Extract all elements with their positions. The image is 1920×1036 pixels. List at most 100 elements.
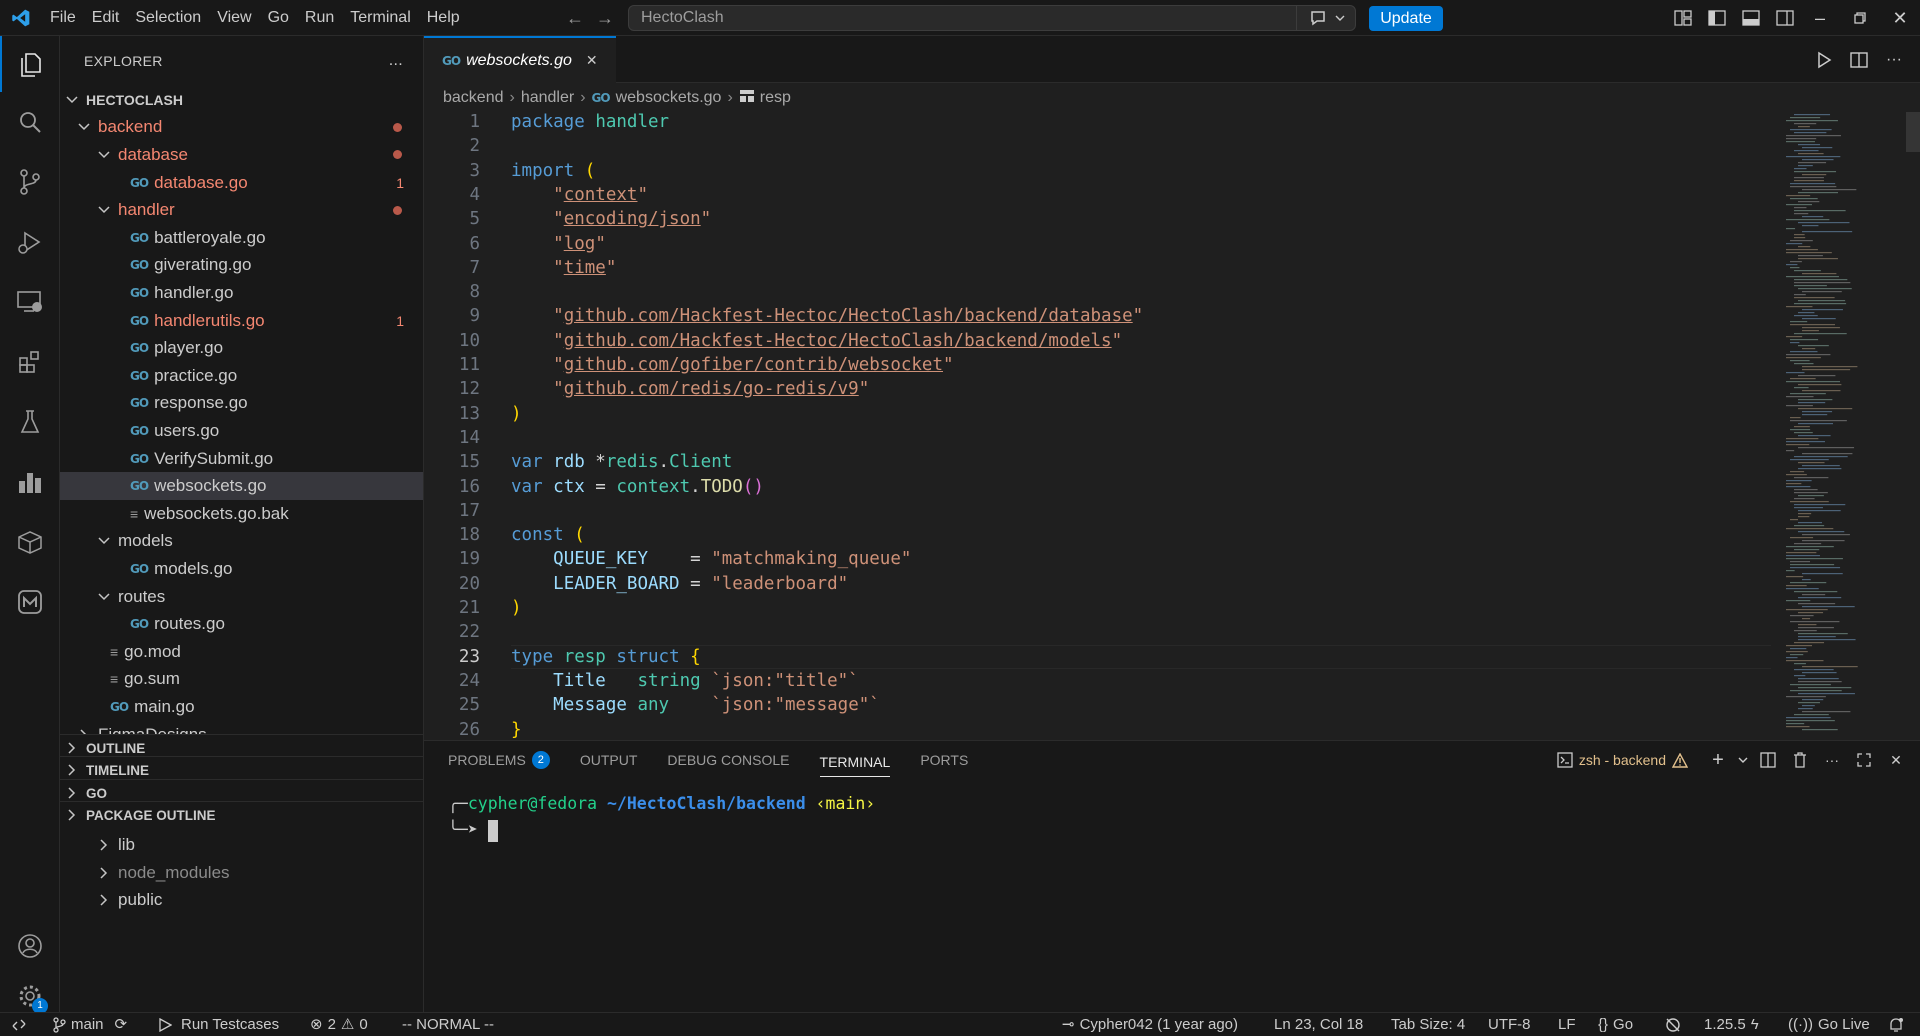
tree-file[interactable]: GO websockets.go bbox=[60, 472, 423, 500]
editor-more-actions-icon[interactable]: ··· bbox=[1886, 51, 1902, 69]
problems-indicator[interactable]: ⊗ 2 ⚠ 0 bbox=[310, 1013, 368, 1036]
terminal-instance[interactable]: zsh - backend bbox=[1557, 752, 1688, 768]
split-editor-icon[interactable] bbox=[1850, 51, 1868, 69]
tree-file[interactable]: GO VerifySubmit.go bbox=[60, 445, 423, 473]
toggle-panel-icon[interactable] bbox=[1734, 0, 1768, 36]
menu-help[interactable]: Help bbox=[419, 0, 468, 36]
markdown-extension-icon[interactable] bbox=[0, 574, 60, 630]
run-file-icon[interactable] bbox=[1816, 51, 1832, 69]
menu-terminal[interactable]: Terminal bbox=[342, 0, 418, 36]
back-arrow-icon[interactable]: ← bbox=[560, 8, 590, 29]
workspace-root[interactable]: HECTOCLASH bbox=[60, 86, 423, 114]
more-actions-icon[interactable]: ... bbox=[389, 52, 403, 70]
close-panel-icon[interactable]: ✕ bbox=[1880, 752, 1912, 769]
tree-file[interactable]: GO database.go 1 bbox=[60, 169, 423, 197]
tree-file[interactable]: GO response.go bbox=[60, 390, 423, 418]
search-icon[interactable] bbox=[0, 94, 60, 150]
tree-file[interactable]: ≡ go.mod bbox=[60, 638, 423, 666]
run-debug-icon[interactable] bbox=[0, 214, 60, 270]
language-mode[interactable]: {} Go bbox=[1598, 1013, 1633, 1036]
update-button[interactable]: Update bbox=[1369, 6, 1443, 31]
toggle-secondary-sidebar-icon[interactable] bbox=[1768, 0, 1802, 36]
command-center-search[interactable]: HectoClash bbox=[628, 5, 1356, 31]
tree-file[interactable]: GO giverating.go bbox=[60, 252, 423, 280]
tree-folder[interactable]: models bbox=[60, 528, 423, 556]
new-terminal-icon[interactable]: + bbox=[1702, 749, 1734, 772]
notifications-bell-icon[interactable] bbox=[1888, 1013, 1904, 1036]
copilot-chat-button[interactable] bbox=[1296, 5, 1356, 31]
go-version[interactable]: 1.25.5 ϟ bbox=[1704, 1013, 1759, 1036]
tree-file[interactable]: GO main.go bbox=[60, 693, 423, 721]
tree-file[interactable]: GO practice.go bbox=[60, 362, 423, 390]
tree-file[interactable]: GO handlerutils.go 1 bbox=[60, 307, 423, 335]
tree-folder[interactable]: handler bbox=[60, 196, 423, 224]
menu-edit[interactable]: Edit bbox=[84, 0, 128, 36]
remote-indicator[interactable] bbox=[12, 1013, 26, 1036]
containers-icon[interactable] bbox=[0, 514, 60, 570]
minimize-icon[interactable]: – bbox=[1800, 0, 1840, 36]
git-blame[interactable]: ⊸ Cypher042 (1 year ago) bbox=[1062, 1013, 1238, 1036]
source-control-icon[interactable] bbox=[0, 154, 60, 210]
minimap[interactable] bbox=[1786, 112, 1906, 740]
tree-file[interactable]: GO player.go bbox=[60, 334, 423, 362]
menu-file[interactable]: File bbox=[42, 0, 84, 36]
close-tab-icon[interactable]: ✕ bbox=[586, 52, 598, 69]
split-terminal-icon[interactable] bbox=[1752, 752, 1784, 768]
git-branch[interactable]: main ⟳ bbox=[52, 1013, 127, 1036]
terminal-dropdown-icon[interactable] bbox=[1734, 756, 1752, 764]
tree-file[interactable]: ≡ websockets.go.bak bbox=[60, 500, 423, 528]
tree-file[interactable]: GO models.go bbox=[60, 555, 423, 583]
editor-scrollbar[interactable] bbox=[1906, 112, 1920, 152]
tab-websockets-go[interactable]: GO websockets.go ✕ bbox=[424, 36, 616, 83]
breadcrumb-item[interactable]: backend bbox=[443, 89, 504, 107]
go-live[interactable]: ((·)) Go Live bbox=[1788, 1013, 1870, 1036]
tab-size[interactable]: Tab Size: 4 bbox=[1391, 1013, 1465, 1036]
tree-folder[interactable]: database bbox=[60, 141, 423, 169]
breadcrumb-item[interactable]: websockets.go bbox=[616, 89, 722, 107]
breadcrumb-item[interactable]: handler bbox=[521, 89, 574, 107]
run-testcases[interactable]: Run Testcases bbox=[158, 1013, 279, 1036]
menu-selection[interactable]: Selection bbox=[127, 0, 209, 36]
eol[interactable]: LF bbox=[1558, 1013, 1576, 1036]
copilot-status-icon[interactable] bbox=[1664, 1013, 1682, 1036]
toggle-primary-sidebar-icon[interactable] bbox=[1700, 0, 1734, 36]
breadcrumb-item[interactable]: resp bbox=[760, 89, 791, 107]
close-icon[interactable]: ✕ bbox=[1880, 0, 1920, 36]
section-package-outline[interactable]: PACKAGE OUTLINE bbox=[60, 801, 423, 828]
encoding[interactable]: UTF-8 bbox=[1488, 1013, 1531, 1036]
menu-run[interactable]: Run bbox=[297, 0, 342, 36]
tree-file[interactable]: GO users.go bbox=[60, 417, 423, 445]
menu-go[interactable]: Go bbox=[260, 0, 297, 36]
panel-tab-output[interactable]: OUTPUT bbox=[580, 741, 638, 779]
menu-view[interactable]: View bbox=[209, 0, 259, 36]
forward-arrow-icon[interactable]: → bbox=[590, 8, 620, 29]
code-editor[interactable]: 1 package handler 2 3 import (4 "context" 5 "… bbox=[424, 112, 1780, 740]
tree-file[interactable]: GO battleroyale.go bbox=[60, 224, 423, 252]
tree-folder[interactable]: public bbox=[60, 886, 423, 914]
tree-folder[interactable]: backend bbox=[60, 114, 423, 142]
charts-icon[interactable] bbox=[0, 454, 60, 510]
panel-tab-debug-console[interactable]: DEBUG CONSOLE bbox=[667, 741, 789, 779]
tree-file[interactable]: GO routes.go bbox=[60, 610, 423, 638]
restore-icon[interactable] bbox=[1840, 0, 1880, 36]
extensions-icon[interactable] bbox=[0, 334, 60, 390]
explorer-icon[interactable] bbox=[0, 36, 60, 92]
tree-file[interactable]: GO handler.go bbox=[60, 279, 423, 307]
sync-icon[interactable]: ⟳ bbox=[115, 1013, 128, 1036]
tree-folder[interactable]: lib bbox=[60, 831, 423, 859]
customize-layout-icon[interactable] bbox=[1666, 0, 1700, 36]
terminal-output[interactable]: ╭─cypher@fedora ~/HectoClash/backend ‹ma… bbox=[448, 791, 875, 843]
maximize-panel-icon[interactable] bbox=[1848, 753, 1880, 767]
tree-folder[interactable]: node_modules bbox=[60, 859, 423, 887]
panel-tab-terminal[interactable]: TERMINAL bbox=[819, 747, 891, 777]
panel-tab-ports[interactable]: PORTS bbox=[920, 741, 968, 779]
testing-icon[interactable] bbox=[0, 394, 60, 450]
cursor-position[interactable]: Ln 23, Col 18 bbox=[1274, 1013, 1363, 1036]
kill-terminal-icon[interactable] bbox=[1784, 752, 1816, 768]
panel-tab-problems[interactable]: PROBLEMS 2 bbox=[448, 741, 550, 779]
tree-file[interactable]: ≡ go.sum bbox=[60, 666, 423, 694]
tree-folder[interactable]: routes bbox=[60, 583, 423, 611]
remote-explorer-icon[interactable] bbox=[0, 274, 60, 330]
panel-more-icon[interactable]: ··· bbox=[1816, 752, 1848, 768]
account-icon[interactable] bbox=[0, 918, 60, 974]
